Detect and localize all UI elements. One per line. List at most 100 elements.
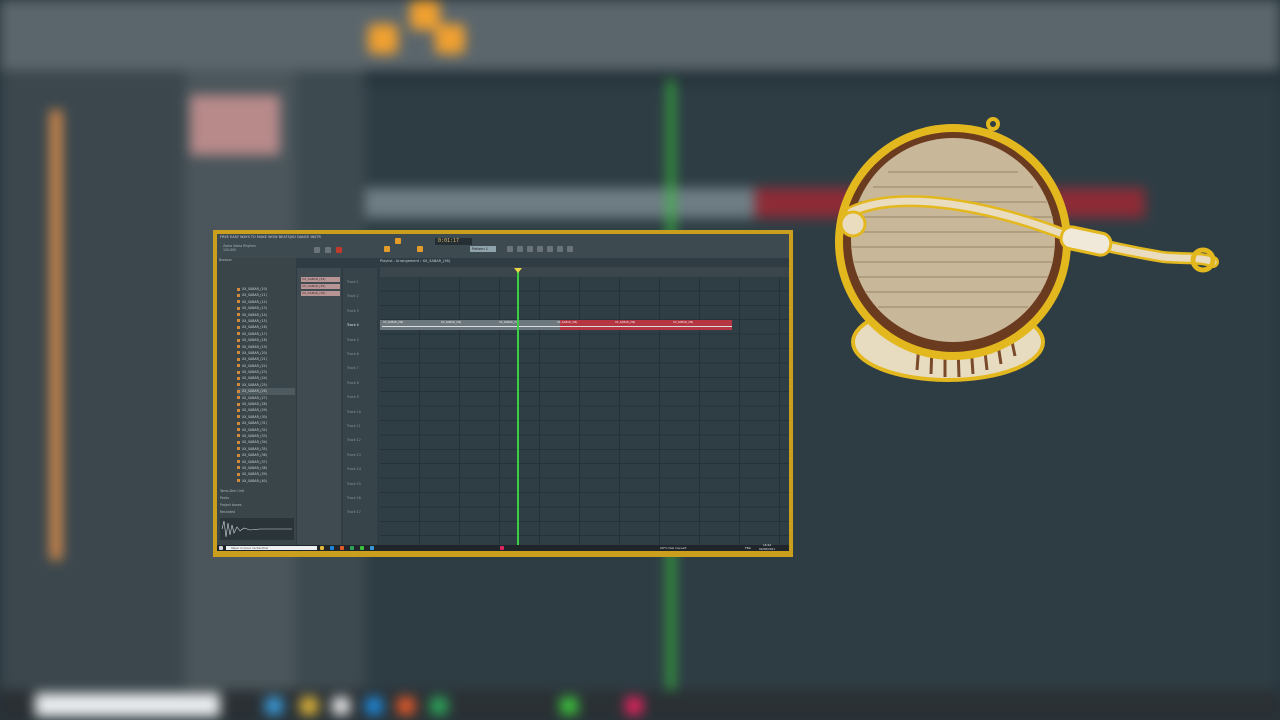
- track-header[interactable]: Track 1: [347, 280, 359, 284]
- app-icon[interactable]: [350, 546, 354, 550]
- pattern-selector[interactable]: Pattern 1: [470, 246, 496, 252]
- bg-channels: [190, 95, 280, 155]
- track-header[interactable]: Track 14: [347, 467, 361, 471]
- audio-file-icon: [237, 466, 240, 470]
- playhead-line[interactable]: [517, 271, 519, 545]
- track-header[interactable]: Track 9: [347, 395, 359, 399]
- audio-file-icon: [237, 389, 240, 393]
- track-header[interactable]: Track 2: [347, 294, 359, 298]
- track-header[interactable]: Track 6: [347, 352, 359, 356]
- stop-icon[interactable]: [325, 247, 331, 253]
- audio-file-icon: [237, 408, 240, 412]
- record-icon[interactable]: [336, 247, 342, 253]
- audio-file-icon: [237, 479, 240, 483]
- playhead-marker[interactable]: [514, 268, 522, 273]
- audio-file-icon: [237, 428, 240, 432]
- track-header[interactable]: Track 13: [347, 453, 361, 457]
- metronome-button[interactable]: [417, 246, 423, 252]
- folder-icon[interactable]: [320, 546, 324, 550]
- audio-file-icon: [237, 447, 240, 451]
- browser-file-label: XX_SABAR_(39): [242, 472, 267, 477]
- pattern-mode-button[interactable]: [384, 246, 390, 252]
- track-header[interactable]: Track 5: [347, 338, 359, 342]
- browser-file-label: XX_SABAR_(30): [242, 414, 267, 419]
- clip-label: XX_SABAR_(36): [615, 321, 636, 324]
- toolbar-button[interactable]: [527, 246, 533, 252]
- clip-label: XX_SABAR_(36): [383, 321, 404, 324]
- browser-file-label: XX_SABAR_(14): [242, 312, 267, 317]
- channel-button[interactable]: XX_SABAR_(36): [301, 291, 340, 296]
- song-mode-button[interactable]: [395, 238, 401, 244]
- track-header[interactable]: Track 17: [347, 510, 361, 514]
- fl-studio-icon[interactable]: [500, 546, 504, 550]
- browser-file-label: XX_SABAR_(33): [242, 433, 267, 438]
- browser-file-label: XX_SABAR_(10): [242, 287, 267, 291]
- toolbar-button[interactable]: [567, 246, 573, 252]
- browser-file-label: XX_SABAR_(16): [242, 325, 267, 330]
- browser-file-label: XX_SABAR_(29): [242, 408, 267, 413]
- bg-taskbar-search: [35, 693, 220, 717]
- toolbar-button[interactable]: [547, 246, 553, 252]
- bg-file-strip: [50, 110, 62, 560]
- audio-file-icon: [237, 453, 240, 457]
- toolbar-button[interactable]: [557, 246, 563, 252]
- timeline-ruler[interactable]: [380, 267, 789, 277]
- playlist-grid[interactable]: [380, 277, 789, 545]
- browser-file-label: XX_SABAR_(38): [242, 465, 267, 470]
- browser-category[interactable]: Recorded: [220, 509, 295, 516]
- browser-category[interactable]: Tama-Drm Unit: [220, 488, 295, 495]
- bg-taskbar-icon: [365, 697, 383, 715]
- audio-file-icon: [237, 351, 240, 355]
- taskbar-search[interactable]: Taper ici pour rechercher: [226, 546, 317, 550]
- track-header[interactable]: Track 3: [347, 309, 359, 313]
- bg-taskbar-icon: [332, 697, 350, 715]
- toolbar-button[interactable]: [517, 246, 523, 252]
- browser-file-label: XX_SABAR_(17): [242, 331, 267, 336]
- channel-button[interactable]: XX_SABAR_(34): [301, 277, 340, 282]
- clip-label: XX_SABAR_(36): [557, 321, 578, 324]
- browser-file-label: XX_SABAR_(12): [242, 299, 267, 304]
- play-icon[interactable]: [314, 247, 320, 253]
- audio-file-icon: [237, 370, 240, 374]
- audio-clip-selected[interactable]: [560, 320, 732, 330]
- browser-file-label: XX_SABAR_(27): [242, 395, 267, 400]
- track-header[interactable]: Track 12: [347, 438, 361, 442]
- weather-tray[interactable]: 29°C Ciel couvert: [660, 545, 686, 551]
- app-icon[interactable]: [340, 546, 344, 550]
- edge-icon[interactable]: [330, 546, 334, 550]
- browser-category[interactable]: Project bones: [220, 502, 295, 509]
- audio-clip[interactable]: [380, 320, 560, 330]
- bg-taskbar-icon: [430, 697, 448, 715]
- browser-file-item[interactable]: XX_SABAR_(40): [237, 478, 295, 484]
- track-header[interactable]: Track 11: [347, 424, 361, 428]
- track-header[interactable]: Track 4: [347, 323, 359, 327]
- bg-taskbar-icon: [625, 697, 643, 715]
- audio-file-icon: [237, 396, 240, 400]
- bg-orange-button: [435, 24, 465, 54]
- browser-category[interactable]: Packs: [220, 495, 295, 502]
- playlist-title: Playlist - Arrangement › XX_SABAR_(36): [380, 259, 451, 263]
- bg-taskbar-icon: [560, 697, 578, 715]
- track-header[interactable]: Track 10: [347, 410, 361, 414]
- toolbar-button[interactable]: [507, 246, 513, 252]
- browser-file-label: XX_SABAR_(32): [242, 427, 267, 432]
- bg-toolbar: [0, 0, 1280, 70]
- language-indicator[interactable]: FRA: [745, 545, 751, 551]
- channel-button[interactable]: XX_SABAR_(35): [301, 284, 340, 289]
- taskbar-clock[interactable]: 16:24 02/08/2021: [759, 543, 775, 551]
- browser-file-label: XX_SABAR_(34): [242, 440, 267, 445]
- track-header[interactable]: Track 15: [347, 482, 361, 486]
- toolbar-button[interactable]: [537, 246, 543, 252]
- app-icon[interactable]: [370, 546, 374, 550]
- browser-file-label: XX_SABAR_(18): [242, 338, 267, 343]
- browser-file-label: XX_SABAR_(21): [242, 357, 267, 362]
- track-header[interactable]: Track 7: [347, 366, 359, 370]
- track-header[interactable]: Track 8: [347, 381, 359, 385]
- audio-file-icon: [237, 332, 240, 336]
- track-header[interactable]: Track 16: [347, 496, 361, 500]
- audio-file-icon: [237, 313, 240, 317]
- windows-start-icon[interactable]: [219, 546, 223, 550]
- whatsapp-icon[interactable]: [360, 546, 364, 550]
- audio-file-icon: [237, 319, 240, 323]
- sample-waveform-preview: [220, 518, 294, 540]
